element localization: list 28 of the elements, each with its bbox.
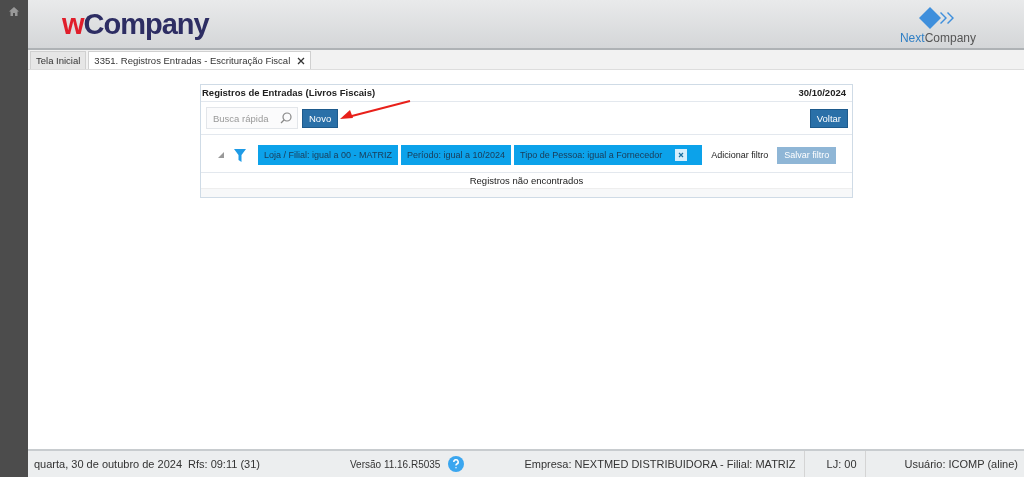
- store-text: LJ: 00: [803, 451, 866, 477]
- arrow-drawing: [340, 100, 412, 122]
- user-text: Usuário: ICOMP (aline): [904, 458, 1018, 470]
- filter-icon: [234, 148, 246, 162]
- close-icon[interactable]: [297, 56, 306, 65]
- refresh-time: Rfs: 09:11 (31): [188, 458, 260, 470]
- search-field[interactable]: Busca rápida: [206, 107, 298, 129]
- remove-icon[interactable]: [675, 149, 688, 161]
- company-logo: wCompany: [62, 7, 209, 41]
- panel-title: Registros de Entradas (Livros Fiscais): [202, 87, 376, 100]
- help-icon[interactable]: [448, 456, 465, 472]
- version-text: Versão 11.16.R5035: [349, 458, 441, 470]
- empty-message: Registros não encontrados: [469, 175, 584, 186]
- new-button[interactable]: Novo: [302, 108, 339, 128]
- search-icon[interactable]: [280, 112, 292, 124]
- tab[interactable]: Tela Inicial: [30, 51, 87, 69]
- brand-name: NextCompany: [899, 31, 976, 45]
- tab[interactable]: 3351. Registros Entradas - Escrituração Fiscal: [88, 51, 312, 69]
- company-text: Empresa: NEXTMED DISTRIBUIDORA - Filial: MATRIZ: [524, 458, 796, 470]
- filter-chip[interactable]: Tipo de Pessoa: igual a Fornecedor: [513, 145, 703, 165]
- panel-date: 30/10/2024: [798, 87, 846, 100]
- home-icon[interactable]: [9, 7, 19, 16]
- status-date: quarta, 30 de outubro de 2024: [34, 458, 182, 470]
- collapse-triangle-icon[interactable]: [218, 152, 224, 158]
- add-filter-link[interactable]: Adicionar filtro: [711, 150, 769, 160]
- filter-chip[interactable]: Período: igual a 10/2024: [400, 145, 511, 165]
- back-button[interactable]: Voltar: [809, 108, 848, 128]
- filter-chip[interactable]: Loja / Filial: igual a 00 - MATRIZ: [258, 145, 398, 165]
